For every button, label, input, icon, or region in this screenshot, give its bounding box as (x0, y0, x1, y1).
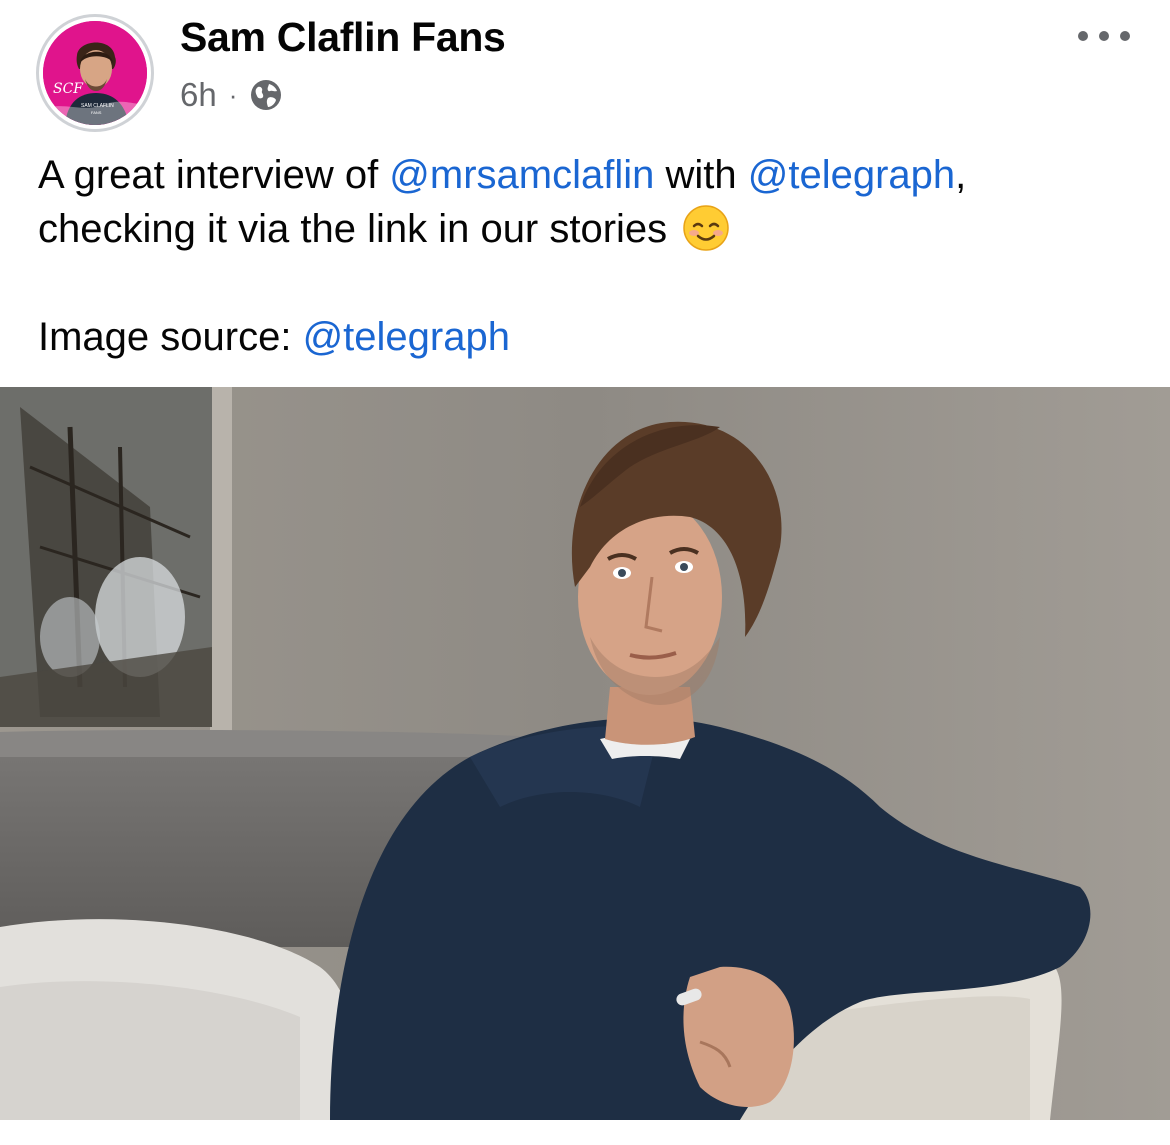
facebook-post: SCF SAM CLAFLIN FANS Sam Claflin Fans 6h… (0, 0, 1170, 1145)
author-name[interactable]: Sam Claflin Fans (180, 14, 506, 61)
mention-telegraph[interactable]: @telegraph (748, 153, 955, 197)
page-avatar[interactable]: SCF SAM CLAFLIN FANS (36, 14, 154, 132)
post-text-line-3: Image source: @telegraph (38, 310, 1138, 364)
text-fragment: with (654, 153, 748, 197)
dot (1120, 31, 1130, 41)
avatar-caption-sub: FANS (91, 110, 102, 115)
dot (1078, 31, 1088, 41)
text-fragment: Image source: (38, 315, 303, 359)
dot (1099, 31, 1109, 41)
avatar-monogram: SCF (53, 81, 84, 97)
post-text-line-1: A great interview of @mrsamclaflin with … (38, 148, 1138, 202)
text-fragment: checking it via the link in our stories (38, 207, 668, 251)
avatar-image: SCF SAM CLAFLIN FANS (43, 21, 147, 125)
smiling-emoji-icon (682, 204, 730, 252)
post-photo[interactable] (0, 387, 1170, 1120)
more-horizontal-icon[interactable] (1078, 22, 1130, 50)
mention-mrsamclaflin[interactable]: @mrsamclaflin (389, 153, 654, 197)
meta-separator: · (228, 79, 238, 110)
avatar-caption: SAM CLAFLIN (81, 103, 114, 109)
timestamp[interactable]: 6h (180, 76, 217, 114)
painting (0, 387, 212, 727)
post-text: A great interview of @mrsamclaflin with … (38, 148, 1138, 364)
text-fragment: A great interview of (38, 153, 390, 197)
post-text-line-2: checking it via the link in our stories (38, 202, 1138, 256)
mention-telegraph-source[interactable]: @telegraph (303, 315, 510, 359)
text-fragment: , (955, 153, 967, 197)
globe-icon[interactable] (249, 78, 283, 112)
post-meta: 6h · (180, 76, 283, 114)
